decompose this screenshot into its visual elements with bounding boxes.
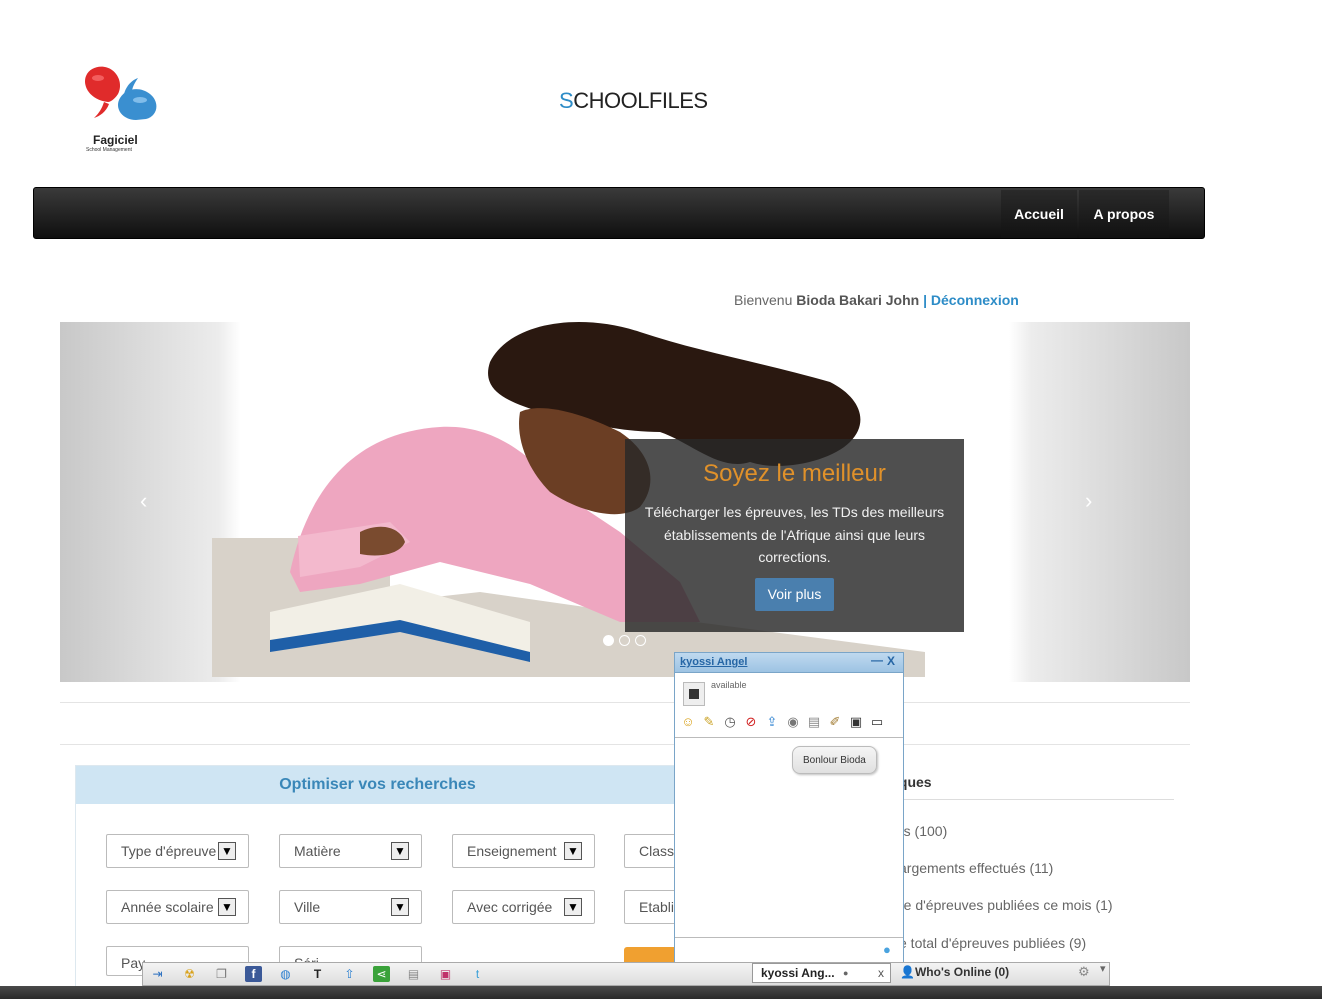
badge-icon[interactable]: ◉ (785, 714, 801, 730)
select-enseignement[interactable]: Enseignement ▼ (452, 834, 595, 868)
divider (880, 799, 1174, 800)
select-value: Matière (294, 843, 341, 859)
stat-line: rs (100) (899, 823, 948, 839)
whos-online-label: Who's Online (0) (914, 965, 1010, 979)
chat-status: available (711, 680, 747, 690)
select-value: Avec corrigée (467, 899, 553, 915)
select-value: Etabli (639, 899, 675, 915)
carousel-prev-arrow[interactable]: ‹ (140, 488, 147, 514)
welcome-user: Bioda Bakari John (796, 292, 920, 308)
logo-brand: Fagiciel (93, 133, 138, 147)
card-icon[interactable]: ▤ (806, 714, 822, 730)
chevron-down-icon: ▼ (391, 842, 409, 860)
facebook-icon[interactable]: f (245, 966, 262, 982)
carousel-dot-2[interactable] (619, 635, 630, 646)
select-matiere[interactable]: Matière ▼ (279, 834, 422, 868)
whos-online-button[interactable]: 👤Who's Online (0) (900, 965, 1009, 979)
nav-accueil[interactable]: Accueil (1001, 190, 1077, 238)
select-annee-scolaire[interactable]: Année scolaire ▼ (106, 890, 249, 924)
site-title-first-letter: S (559, 88, 574, 113)
status-dot-icon: ● (843, 968, 849, 978)
upload-icon[interactable]: ⇪ (764, 714, 780, 730)
logo-icon (84, 66, 157, 120)
voir-plus-button[interactable]: Voir plus (754, 577, 835, 611)
search-panel-title: Optimiser vos recherches (76, 766, 679, 804)
chat-tab-label: kyossi Ang... (761, 966, 835, 980)
main-navbar: Accueil A propos (33, 187, 1205, 239)
select-ville[interactable]: Ville ▼ (279, 890, 422, 924)
notes-icon[interactable]: ▤ (405, 966, 422, 982)
chat-message: Bonlour Bioda (792, 746, 877, 774)
share-icon[interactable]: ⋖ (373, 966, 390, 982)
monitor-icon[interactable]: ▭ (869, 714, 885, 730)
chevron-down-icon: ▼ (564, 842, 582, 860)
site-title-rest: CHOOLFILES (573, 88, 708, 113)
twitter-icon[interactable]: t (469, 966, 486, 982)
select-value: Année scolaire (121, 899, 214, 915)
select-classe[interactable]: Classe (624, 834, 680, 868)
globe-icon[interactable]: ◍ (277, 966, 294, 982)
select-etablissement[interactable]: Etabli (624, 890, 680, 924)
text-icon[interactable]: T (309, 966, 326, 982)
radiation-icon[interactable]: ☢ (181, 966, 198, 982)
caption-text: Télécharger les épreuves, les TDs des me… (644, 504, 945, 565)
divider (60, 702, 1190, 703)
exit-icon[interactable]: ⇥ (149, 966, 166, 982)
chevron-down-icon: ▼ (218, 842, 236, 860)
chevron-down-icon: ▼ (391, 898, 409, 916)
carousel-dot-3[interactable] (635, 635, 646, 646)
stat-line: e total d'épreuves publiées (9) (899, 935, 1087, 951)
welcome-separator: | (923, 292, 928, 308)
chat-input[interactable] (675, 937, 903, 963)
close-icon[interactable]: X (887, 654, 895, 668)
gear-icon[interactable]: ⚙ (1078, 964, 1090, 980)
fagiciel-logo[interactable]: Fagiciel School Management (80, 62, 162, 158)
close-icon[interactable]: x (878, 964, 884, 982)
chevron-down-icon[interactable]: ▾ (1100, 962, 1106, 975)
copy-icon[interactable]: ❐ (213, 966, 230, 982)
select-value: Enseignement (467, 843, 557, 859)
nav-a-propos[interactable]: A propos (1079, 190, 1169, 238)
minimize-icon[interactable]: — (871, 653, 883, 667)
save-icon[interactable]: ▣ (848, 714, 864, 730)
avatar (683, 682, 705, 706)
select-value: Ville (294, 899, 321, 915)
carousel-next-arrow[interactable]: › (1085, 488, 1092, 514)
chat-tab[interactable]: kyossi Ang... ● x (752, 963, 891, 983)
chat-window: kyossi Angel — X available ☺ ✎ ◷ ⊘ ⇪ ◉ ▤… (674, 652, 904, 964)
stat-line: re d'épreuves publiées ce mois (1) (899, 897, 1113, 913)
select-value: Type d'épreuve (121, 843, 217, 859)
speech-bubble-icon[interactable]: ● (883, 942, 891, 957)
smiley-icon[interactable]: ☺ (680, 714, 696, 730)
broom-icon[interactable]: ✐ (827, 714, 843, 730)
chat-contact-name[interactable]: kyossi Angel (680, 656, 747, 668)
welcome-message: Bienvenu Bioda Bakari John | Déconnexion (734, 292, 1019, 308)
logo-tagline: School Management (86, 147, 132, 153)
chat-header[interactable]: kyossi Angel — X (675, 653, 903, 673)
caption-title: Soyez le meilleur (703, 460, 886, 487)
select-type-epreuve[interactable]: Type d'épreuve ▼ (106, 834, 249, 868)
user-icon: 👤 (900, 965, 915, 979)
pencil-icon[interactable]: ✎ (701, 714, 717, 730)
divider (675, 737, 903, 738)
clock-icon[interactable]: ◷ (722, 714, 738, 730)
block-icon[interactable]: ⊘ (743, 714, 759, 730)
welcome-prefix: Bienvenu (734, 292, 793, 308)
logout-link[interactable]: Déconnexion (931, 292, 1019, 308)
carousel-indicators (603, 633, 651, 651)
os-taskbar (0, 986, 1322, 999)
site-title: SCHOOLFILES (559, 88, 708, 114)
chevron-down-icon: ▼ (218, 898, 236, 916)
chevron-down-icon: ▼ (564, 898, 582, 916)
upload-arrow-icon[interactable]: ⇧ (341, 966, 358, 982)
select-avec-corrigee[interactable]: Avec corrigée ▼ (452, 890, 595, 924)
divider (60, 744, 1190, 745)
stat-line: argements effectués (11) (899, 860, 1054, 876)
carousel-dot-1[interactable] (603, 635, 614, 646)
box-icon[interactable]: ▣ (437, 966, 454, 982)
carousel-caption: Soyez le meilleur Télécharger les épreuv… (625, 439, 964, 632)
